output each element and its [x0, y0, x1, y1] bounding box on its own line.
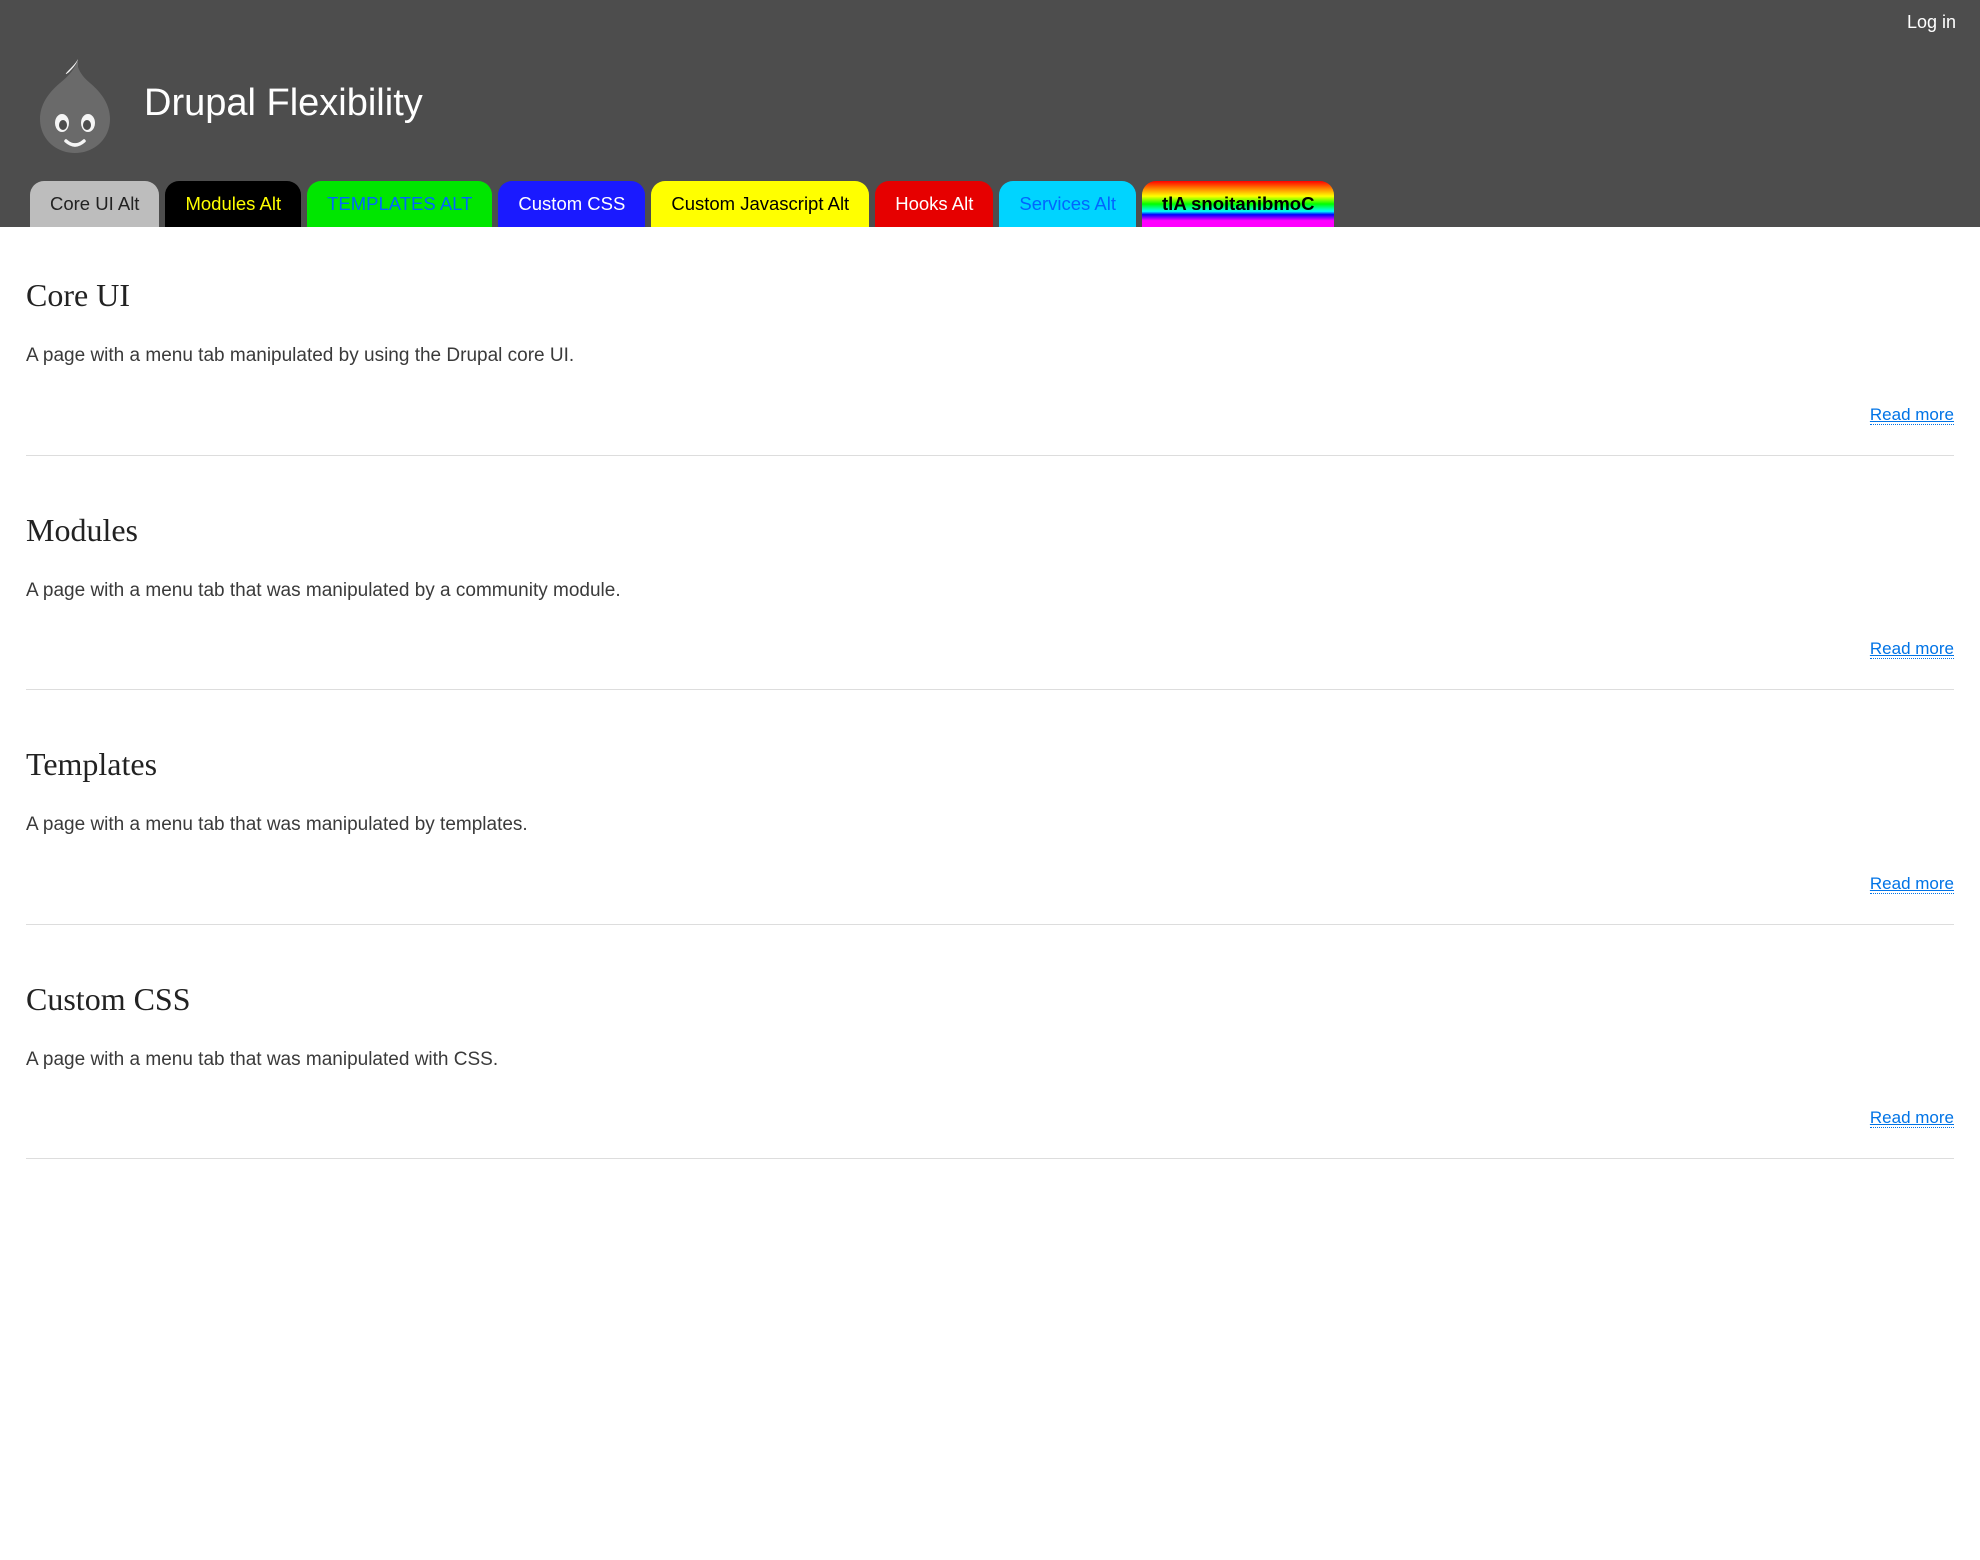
nav-tab-5[interactable]: Hooks Alt	[875, 181, 993, 227]
article-title[interactable]: Modules	[26, 512, 1954, 549]
nav-tab-7[interactable]: tlA snoitanibmoC	[1142, 181, 1334, 227]
user-menu: Log in	[0, 0, 1980, 33]
article: Templates A page with a menu tab that was…	[26, 746, 1954, 925]
nav-tab-6[interactable]: Services Alt	[999, 181, 1136, 227]
nav-tab-4[interactable]: Custom Javascript Alt	[651, 181, 869, 227]
site-header: Log in Drupal Flexibility Core UI AltMod…	[0, 0, 1980, 227]
nav-tab-2[interactable]: TEMPLATES ALT	[307, 181, 492, 227]
nav-tab-0[interactable]: Core UI Alt	[30, 181, 159, 227]
article-body: A page with a menu tab that was manipula…	[26, 811, 1954, 840]
read-more-row: Read more	[26, 639, 1954, 659]
login-link[interactable]: Log in	[1907, 12, 1956, 32]
article-title[interactable]: Custom CSS	[26, 981, 1954, 1018]
read-more-row: Read more	[26, 405, 1954, 425]
read-more-row: Read more	[26, 1108, 1954, 1128]
read-more-link[interactable]: Read more	[1870, 639, 1954, 659]
site-name: Drupal Flexibility	[144, 82, 423, 125]
read-more-link[interactable]: Read more	[1870, 1108, 1954, 1128]
article: Custom CSS A page with a menu tab that wa…	[26, 981, 1954, 1160]
read-more-row: Read more	[26, 874, 1954, 894]
article-body: A page with a menu tab that was manipula…	[26, 577, 1954, 606]
read-more-link[interactable]: Read more	[1870, 405, 1954, 425]
drupal-logo-icon	[30, 53, 120, 153]
article: Modules A page with a menu tab that was m…	[26, 512, 1954, 691]
article-body: A page with a menu tab that was manipula…	[26, 1046, 1954, 1075]
nav-tab-3[interactable]: Custom CSS	[498, 181, 645, 227]
article-body: A page with a menu tab manipulated by us…	[26, 342, 1954, 371]
read-more-link[interactable]: Read more	[1870, 874, 1954, 894]
branding: Drupal Flexibility	[0, 33, 1980, 181]
article: Core UI A page with a menu tab manipulate…	[26, 277, 1954, 456]
main-nav: Core UI AltModules AltTEMPLATES ALTCusto…	[0, 181, 1980, 227]
main-content: Core UI A page with a menu tab manipulate…	[0, 227, 1980, 1245]
article-title[interactable]: Core UI	[26, 277, 1954, 314]
article-title[interactable]: Templates	[26, 746, 1954, 783]
nav-tab-1[interactable]: Modules Alt	[165, 181, 301, 227]
